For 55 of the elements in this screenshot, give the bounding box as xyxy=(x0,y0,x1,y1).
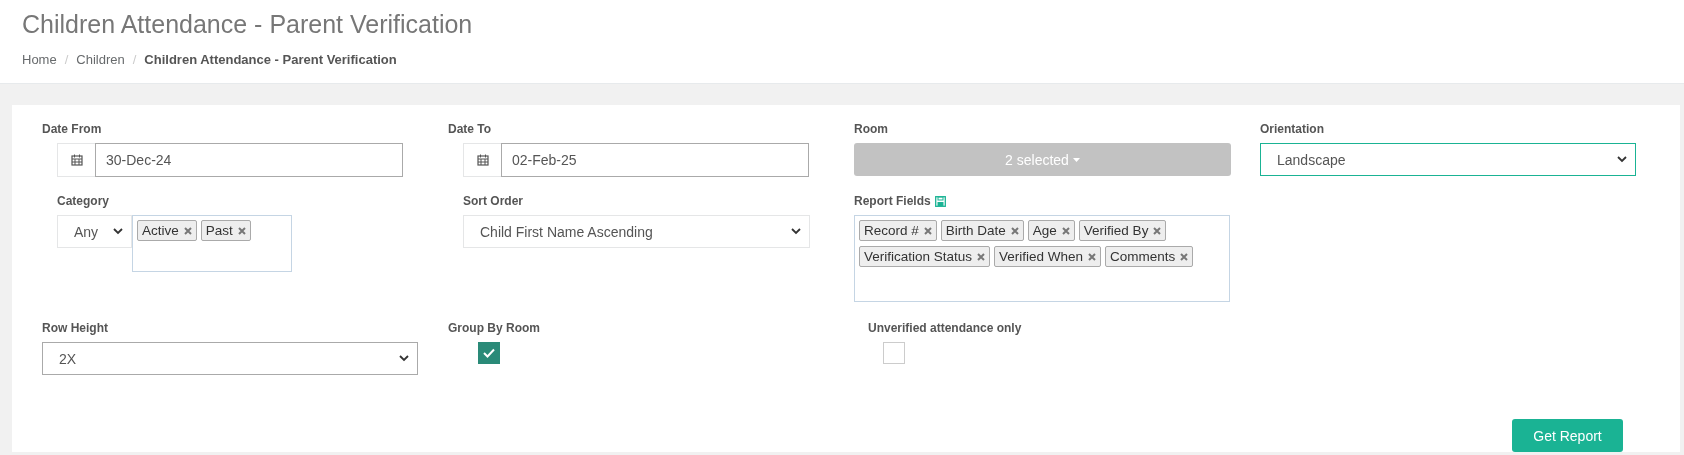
remove-icon[interactable] xyxy=(183,226,192,235)
date-field[interactable]: 02-Feb-25 xyxy=(501,143,809,177)
orientation-select[interactable]: Landscape xyxy=(1260,143,1636,176)
field-label: Group By Room xyxy=(448,321,541,335)
save-icon[interactable] xyxy=(934,195,946,207)
check-icon xyxy=(483,348,495,358)
report-fields-tag-field[interactable]: Record # Birth Date Age Verified By Verification Status Verified When Comments xyxy=(854,215,1230,302)
report-field-tag: Verified By xyxy=(1078,220,1167,241)
remove-icon[interactable] xyxy=(1010,226,1019,235)
remove-icon[interactable] xyxy=(1153,226,1162,235)
field-label: Category xyxy=(57,194,110,208)
checkbox[interactable] xyxy=(478,342,500,364)
remove-icon[interactable] xyxy=(923,226,932,235)
page-title: Children Attendance - Parent Verification xyxy=(22,10,474,39)
remove-icon[interactable] xyxy=(1061,226,1070,235)
remove-icon[interactable] xyxy=(237,226,246,235)
field-label: Row Height xyxy=(42,321,109,335)
chevron-down-icon xyxy=(1617,156,1627,163)
remove-icon[interactable] xyxy=(1088,252,1097,261)
category-tag: Active xyxy=(137,220,197,241)
calendar-addon[interactable] xyxy=(57,143,95,177)
breadcrumb-item: Children Attendance - Parent Verification xyxy=(144,52,397,67)
field-label: Orientation xyxy=(1260,122,1325,136)
checkbox[interactable] xyxy=(883,342,905,364)
field-label: Date To xyxy=(448,122,493,136)
report-field-tag: Comments xyxy=(1105,246,1194,267)
report-field-tag: Birth Date xyxy=(940,220,1024,241)
category-tag-field[interactable]: Active Past xyxy=(132,215,292,272)
category-tag: Past xyxy=(200,220,251,241)
report-field-tag: Verified When xyxy=(994,246,1102,267)
calendar-icon xyxy=(70,154,83,166)
calendar-addon[interactable] xyxy=(463,143,501,177)
breadcrumb-item[interactable]: Children xyxy=(76,52,125,67)
remove-icon[interactable] xyxy=(977,252,986,261)
category-select[interactable]: Any xyxy=(57,215,132,248)
field-label: Sort Order xyxy=(463,194,524,208)
field-label: Room xyxy=(854,122,889,136)
report-fields-label: Report Fields xyxy=(854,194,931,208)
row-height-select[interactable]: 2X xyxy=(42,342,418,375)
remove-icon[interactable] xyxy=(1180,252,1189,261)
breadcrumb-separator: / xyxy=(132,52,137,67)
breadcrumb-item[interactable]: Home xyxy=(22,52,57,67)
chevron-down-icon xyxy=(113,228,123,235)
sort-order-select[interactable]: Child First Name Ascending xyxy=(463,215,810,248)
report-field-tag: Record # xyxy=(859,220,937,241)
field-label: Date From xyxy=(42,122,103,136)
chevron-down-icon xyxy=(791,228,801,235)
report-field-tag: Age xyxy=(1027,220,1075,241)
report-field-tag: Verification Status xyxy=(859,246,991,267)
calendar-icon xyxy=(476,154,489,166)
field-label: Unverified attendance only xyxy=(868,321,1023,335)
chevron-down-icon xyxy=(399,355,409,362)
breadcrumb-separator: / xyxy=(64,52,69,67)
date-field[interactable]: 30-Dec-24 xyxy=(95,143,403,177)
caret-icon xyxy=(1072,157,1080,162)
